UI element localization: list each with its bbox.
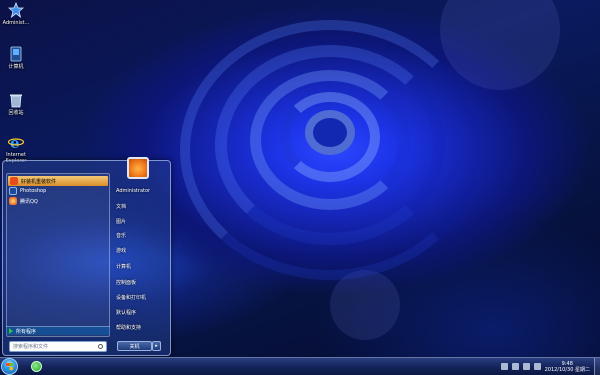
user-avatar[interactable]: [127, 157, 149, 179]
right-item-documents[interactable]: 文档: [116, 203, 126, 210]
desktop-icon-user-folder[interactable]: Administ...: [0, 2, 32, 26]
system-tray: 9:48 2012/10/30 星期二: [500, 358, 600, 375]
desktop-icon-label: Administ...: [2, 20, 30, 26]
internet-explorer-icon: e: [8, 134, 24, 150]
taskbar: 9:48 2012/10/30 星期二: [0, 357, 600, 375]
network-icon[interactable]: [500, 363, 508, 370]
user-name-link[interactable]: Administrator: [116, 188, 150, 194]
desktop-icon-computer[interactable]: 计算机: [0, 46, 32, 70]
desktop-icon-label: 回收站: [8, 110, 24, 116]
flag-icon[interactable]: [511, 363, 519, 370]
desktop-icon-label: 计算机: [8, 64, 24, 70]
chevron-right-icon: ▸: [155, 343, 158, 349]
keyboard-icon[interactable]: [533, 363, 541, 370]
desktop-icon-recycle-bin[interactable]: 回收站: [0, 92, 32, 116]
right-item-games[interactable]: 游戏: [116, 247, 126, 254]
shutdown-label: 关机: [129, 343, 140, 350]
start-menu-right-pane: Administrator 文档 图片 音乐 游戏 计算机 控制面板 设备和打印…: [113, 157, 171, 351]
start-menu: 好装机重装软件 Photoshop 腾讯QQ 所有程序 搜索程序和文件 Admi…: [2, 157, 171, 356]
program-item-qq[interactable]: 腾讯QQ: [7, 196, 109, 206]
photoshop-icon: [9, 187, 17, 195]
right-item-default-programs[interactable]: 默认程序: [116, 309, 136, 316]
search-placeholder: 搜索程序和文件: [13, 344, 49, 350]
all-programs-label: 所有程序: [16, 328, 37, 335]
shutdown-options-button[interactable]: ▸: [152, 341, 161, 351]
recycle-bin-icon: [8, 92, 24, 108]
all-programs-button[interactable]: 所有程序: [6, 326, 110, 335]
program-label: Photoshop: [20, 188, 47, 194]
search-icon: [98, 344, 103, 349]
clock-date: 2012/10/30 星期二: [544, 366, 590, 373]
clock[interactable]: 9:48 2012/10/30 星期二: [545, 361, 590, 373]
right-item-music[interactable]: 音乐: [116, 232, 126, 239]
start-menu-program-list: 好装机重装软件 Photoshop 腾讯QQ: [6, 173, 110, 337]
qq-penguin-icon: [9, 197, 17, 205]
ie-green-icon: [30, 361, 42, 372]
program-item-photoshop[interactable]: Photoshop: [7, 186, 109, 196]
show-desktop-button[interactable]: [594, 358, 600, 375]
program-label: 腾讯QQ: [20, 198, 38, 205]
right-item-computer[interactable]: 计算机: [116, 263, 131, 270]
shutdown-button[interactable]: 关机: [117, 341, 152, 351]
right-item-control-panel[interactable]: 控制面板: [116, 279, 136, 286]
taskbar-item-ie[interactable]: [26, 359, 46, 374]
right-item-devices-printers[interactable]: 设备和打印机: [116, 294, 146, 301]
reinstall-app-icon: [10, 177, 18, 185]
right-item-help-support[interactable]: 帮助和支持: [116, 324, 141, 331]
start-button[interactable]: [1, 358, 18, 375]
program-label: 好装机重装软件: [21, 178, 57, 185]
arrow-right-icon: [9, 328, 13, 334]
svg-text:e: e: [10, 134, 20, 150]
volume-icon[interactable]: [522, 363, 530, 370]
star-user-icon: [8, 2, 24, 18]
start-search-input[interactable]: 搜索程序和文件: [9, 341, 107, 352]
program-item-reinstall[interactable]: 好装机重装软件: [8, 176, 108, 186]
right-item-pictures[interactable]: 图片: [116, 218, 126, 225]
computer-icon: [8, 46, 24, 62]
